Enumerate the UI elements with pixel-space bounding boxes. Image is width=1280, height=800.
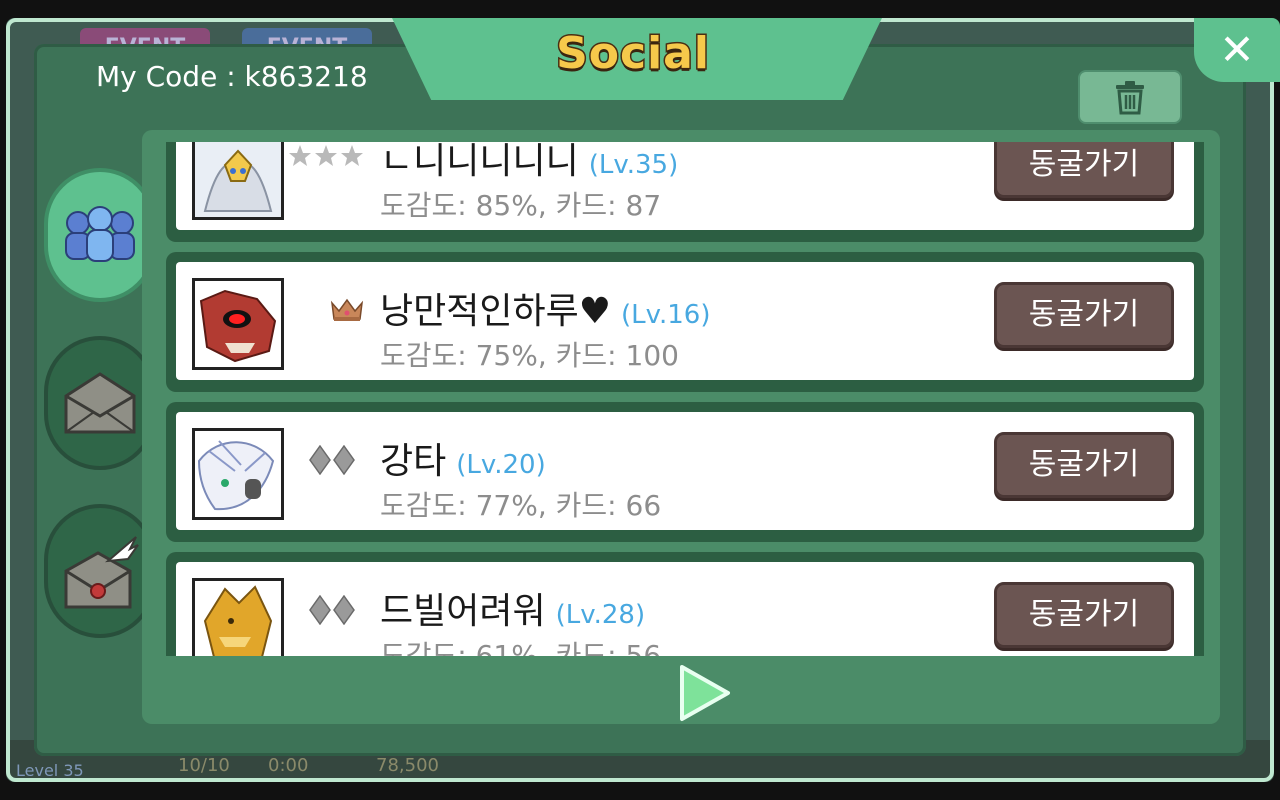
friend-row: ㄴ니니니니니 (Lv.35) 도감도: 85%, 카드: 87 동굴가기 — [166, 142, 1204, 242]
close-button[interactable]: ✕ — [1194, 18, 1280, 82]
friend-name-text: 드빌어려워 — [380, 591, 546, 632]
visit-cave-button[interactable]: 동굴가기 — [994, 582, 1174, 648]
background-gold: 78,500 — [376, 755, 439, 776]
visit-cave-button[interactable]: 동굴가기 — [994, 282, 1174, 348]
friend-level: (Lv.28) — [555, 600, 646, 630]
friend-row: 강타 (Lv.20) 도감도: 77%, 카드: 66 동굴가기 — [166, 402, 1204, 542]
delete-button[interactable] — [1078, 70, 1182, 124]
friend-row-card: ㄴ니니니니니 (Lv.35) 도감도: 85%, 카드: 87 동굴가기 — [176, 142, 1194, 230]
friend-name-text: 강타 — [380, 441, 447, 482]
friend-stats: 도감도: 85%, 카드: 87 — [380, 189, 662, 222]
friend-stats: 도감도: 61%, 카드: 56 — [380, 639, 662, 656]
friend-stats: 도감도: 77%, 카드: 66 — [380, 489, 662, 522]
gold-dragon-image — [195, 581, 281, 656]
friend-name: 낭만적인하루♥ (Lv.16) — [380, 282, 711, 334]
friend-avatar[interactable] — [192, 578, 284, 656]
friend-name: 강타 (Lv.20) — [380, 432, 546, 484]
friend-row-card: 강타 (Lv.20) 도감도: 77%, 카드: 66 동굴가기 — [176, 412, 1194, 530]
friend-row: 낭만적인하루♥ (Lv.16) 도감도: 75%, 카드: 100 동굴가기 — [166, 252, 1204, 392]
trash-icon — [1116, 81, 1144, 115]
friend-name-text: 낭만적인하루♥ — [380, 291, 611, 332]
diamond-icon — [309, 445, 355, 475]
friend-avatar[interactable] — [192, 142, 284, 220]
friend-row-card: 드빌어려워 (Lv.28) 도감도: 61%, 카드: 56 동굴가기 — [176, 562, 1194, 656]
rank-stars — [288, 142, 366, 174]
red-dragon-image — [195, 281, 281, 367]
friend-stats: 도감도: 75%, 카드: 100 — [380, 339, 679, 372]
friend-name: 드빌어려워 (Lv.28) — [380, 582, 645, 634]
rank-crown — [330, 292, 364, 328]
friend-avatar[interactable] — [192, 428, 284, 520]
friend-row: 드빌어려워 (Lv.28) 도감도: 61%, 카드: 56 동굴가기 — [166, 552, 1204, 656]
visit-cave-button[interactable]: 동굴가기 — [994, 142, 1174, 198]
send-letter-icon — [64, 536, 139, 609]
friend-level: (Lv.35) — [588, 150, 679, 180]
background-stamina: 10/10 — [178, 755, 230, 776]
my-code-label: My Code : k863218 — [96, 60, 368, 93]
friend-level: (Lv.20) — [456, 450, 546, 480]
friend-list[interactable]: ㄴ니니니니니 (Lv.35) 도감도: 85%, 카드: 87 동굴가기 낭만적… — [166, 142, 1204, 656]
friends-icon — [65, 206, 135, 262]
friend-row-card: 낭만적인하루♥ (Lv.16) 도감도: 75%, 카드: 100 동굴가기 — [176, 262, 1194, 380]
background-level: Level 35 — [16, 761, 84, 780]
dialog-title: Social — [555, 27, 711, 81]
tab-send-gift[interactable] — [44, 504, 156, 638]
friend-name-text: ㄴ니니니니니 — [380, 142, 579, 182]
diamond-icon — [309, 595, 355, 625]
crown-icon — [330, 298, 364, 321]
next-page-button[interactable] — [676, 664, 732, 722]
mail-icon — [64, 372, 136, 434]
white-dragon-image — [195, 431, 281, 517]
play-arrow-icon — [680, 665, 730, 721]
white-gold-dragon-image — [195, 142, 281, 217]
rank-diamonds — [308, 592, 358, 628]
rank-diamonds — [308, 442, 358, 478]
friend-name: ㄴ니니니니니 (Lv.35) — [380, 142, 678, 184]
tab-mailbox[interactable] — [44, 336, 156, 470]
star-icon — [289, 145, 363, 166]
visit-cave-button[interactable]: 동굴가기 — [994, 432, 1174, 498]
friend-level: (Lv.16) — [621, 300, 711, 330]
background-timer: 0:00 — [268, 755, 309, 776]
tab-friends[interactable] — [44, 168, 156, 302]
friend-avatar[interactable] — [192, 278, 284, 370]
